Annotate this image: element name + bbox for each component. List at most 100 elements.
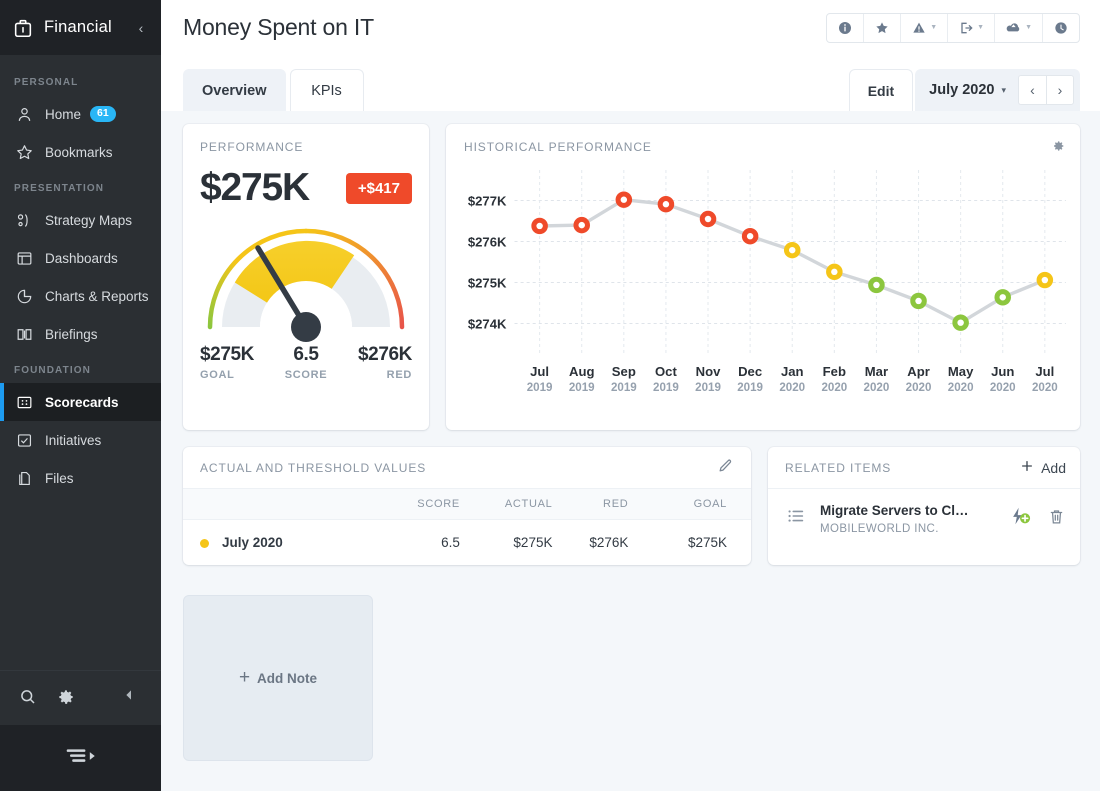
col-score: SCORE — [377, 489, 460, 520]
sidebar-item-label: Scorecards — [45, 394, 119, 410]
sidebar-item-charts-reports[interactable]: Charts & Reports — [0, 277, 161, 315]
star-icon[interactable] — [864, 13, 902, 42]
gauge-chart — [200, 222, 412, 342]
values-table-header: ACTUAL AND THRESHOLD VALUES — [183, 447, 751, 489]
list-item[interactable]: Migrate Servers to Cl… MOBILEWORLD INC. — [768, 489, 1080, 548]
sidebar-item-label: Home — [45, 106, 82, 122]
svg-text:Mar: Mar — [865, 364, 888, 379]
row-red: $276K — [552, 519, 629, 565]
chevron-down-icon[interactable]: ▾ — [1001, 85, 1006, 96]
sidebar-item-scorecards[interactable]: Scorecards — [0, 383, 161, 421]
sidebar-section-personal: PERSONAL — [14, 77, 79, 88]
svg-text:2020: 2020 — [990, 382, 1016, 392]
period-label[interactable]: July 2020 — [929, 82, 994, 98]
sidebar-item-strategy-maps[interactable]: Strategy Maps — [0, 201, 161, 239]
table-row[interactable]: July 2020 6.5 $275K $276K $275K — [183, 519, 751, 565]
svg-text:2020: 2020 — [821, 382, 847, 392]
sidebar-item-dashboards[interactable]: Dashboards — [0, 239, 161, 277]
tab-overview[interactable]: Overview — [183, 69, 286, 111]
svg-text:$277K: $277K — [468, 194, 507, 209]
bottom-cards-row: ACTUAL AND THRESHOLD VALUES SCORE ACTUAL… — [183, 447, 1080, 565]
home-badge: 61 — [90, 106, 116, 122]
historical-performance-card: HISTORICAL PERFORMANCE $277K $276K $275K $2… — [446, 124, 1080, 430]
chevron-left-icon[interactable]: ‹ — [133, 20, 149, 36]
values-table-header-row: SCORE ACTUAL RED GOAL — [183, 489, 751, 520]
lightning-add-icon[interactable] — [1007, 505, 1033, 532]
chevron-down-icon[interactable]: ▼ — [930, 24, 937, 31]
checkbox-icon — [14, 430, 34, 450]
list-item-subtitle: MOBILEWORLD INC. — [820, 523, 939, 535]
export-icon[interactable]: ▼ — [948, 13, 996, 42]
menu-expand-icon[interactable] — [64, 745, 98, 772]
sidebar-item-initiatives[interactable]: Initiatives — [0, 421, 161, 459]
gauge-stat-value: $276K — [358, 344, 412, 365]
star-outline-icon — [14, 142, 34, 162]
line-chart: $277K $276K $275K $274K Jul 2019 Aug 2019 Sep 201… — [446, 162, 1080, 430]
app-root: Financial ‹ PERSONAL Home 61 Bookmarks P… — [0, 0, 1100, 791]
svg-text:$275K: $275K — [468, 276, 507, 291]
sidebar-bottom-bar[interactable] — [0, 725, 161, 791]
row-score: 6.5 — [377, 519, 460, 565]
caret-left-icon[interactable] — [121, 687, 143, 709]
list-item-text: Migrate Servers to Cl… MOBILEWORLD INC. — [820, 502, 999, 535]
svg-text:2019: 2019 — [695, 382, 721, 392]
sidebar-item-label: Briefings — [45, 326, 98, 342]
svg-text:Jul: Jul — [530, 364, 549, 379]
col-actual: ACTUAL — [459, 489, 553, 520]
sidebar: Financial ‹ PERSONAL Home 61 Bookmarks P… — [0, 0, 161, 791]
svg-text:$274K: $274K — [468, 317, 507, 332]
list-item-title: Migrate Servers to Cl… — [820, 503, 969, 518]
gauge-stat-label: GOAL — [200, 369, 235, 381]
trash-icon[interactable] — [1047, 507, 1066, 531]
top-bar: Money Spent on IT ▼ ▼ ▼ — [161, 0, 1100, 55]
period-selector: July 2020 ▾ ‹ › — [915, 69, 1080, 111]
plus-icon — [1019, 458, 1035, 477]
pencil-icon[interactable] — [717, 457, 734, 479]
sidebar-item-home[interactable]: Home 61 — [0, 95, 161, 133]
tab-kpis[interactable]: KPIs — [289, 69, 364, 111]
performance-delta-badge: +$417 — [345, 172, 412, 204]
sidebar-item-bookmarks[interactable]: Bookmarks — [0, 133, 161, 171]
alert-icon[interactable]: ▼ — [901, 13, 949, 42]
svg-text:Feb: Feb — [823, 364, 846, 379]
add-note-button[interactable]: + Add Note — [183, 595, 373, 761]
gear-icon[interactable] — [1050, 138, 1066, 159]
values-table: SCORE ACTUAL RED GOAL July 2020 6.5 $275… — [183, 489, 751, 565]
gauge-stats: $275K GOAL 6.5 SCORE $276K RED — [200, 344, 412, 381]
info-icon[interactable] — [827, 13, 865, 42]
chevron-down-icon[interactable]: ▼ — [1025, 24, 1032, 31]
cloud-upload-icon[interactable]: ▼ — [995, 13, 1043, 42]
col-red: RED — [552, 489, 629, 520]
history-clock-icon[interactable] — [1043, 14, 1079, 42]
values-table-title: ACTUAL AND THRESHOLD VALUES — [200, 460, 427, 475]
plus-icon: + — [238, 667, 251, 688]
file-icon — [14, 468, 34, 488]
briefcase-icon — [12, 17, 34, 39]
book-icon — [14, 324, 34, 344]
svg-text:May: May — [948, 364, 974, 379]
svg-text:2020: 2020 — [906, 382, 932, 392]
svg-text:2020: 2020 — [779, 382, 805, 392]
sidebar-brand[interactable]: Financial ‹ — [0, 0, 161, 55]
gear-icon[interactable] — [56, 687, 78, 709]
gauge-stat-score: 6.5 SCORE — [285, 344, 328, 381]
prev-period-button[interactable]: ‹ — [1018, 75, 1046, 105]
sidebar-item-label: Files — [45, 470, 74, 486]
pie-chart-icon — [14, 286, 34, 306]
gauge-stat-label: RED — [386, 369, 412, 381]
sidebar-item-label: Bookmarks — [45, 144, 113, 160]
search-icon[interactable] — [18, 687, 40, 709]
actual-threshold-values-card: ACTUAL AND THRESHOLD VALUES SCORE ACTUAL… — [183, 447, 751, 565]
chevron-down-icon[interactable]: ▼ — [977, 24, 984, 31]
gauge-stat-value: $275K — [200, 344, 254, 365]
sidebar-item-briefings[interactable]: Briefings — [0, 315, 161, 353]
sidebar-item-label: Initiatives — [45, 432, 102, 448]
performance-value: $275K — [200, 166, 310, 209]
sidebar-item-label: Strategy Maps — [45, 212, 133, 228]
add-related-item-button[interactable]: Add — [1019, 458, 1066, 477]
sidebar-item-files[interactable]: Files — [0, 459, 161, 497]
svg-text:2019: 2019 — [653, 382, 679, 392]
row-period: July 2020 — [183, 519, 378, 565]
edit-button[interactable]: Edit — [848, 69, 914, 111]
next-period-button[interactable]: › — [1046, 75, 1074, 105]
